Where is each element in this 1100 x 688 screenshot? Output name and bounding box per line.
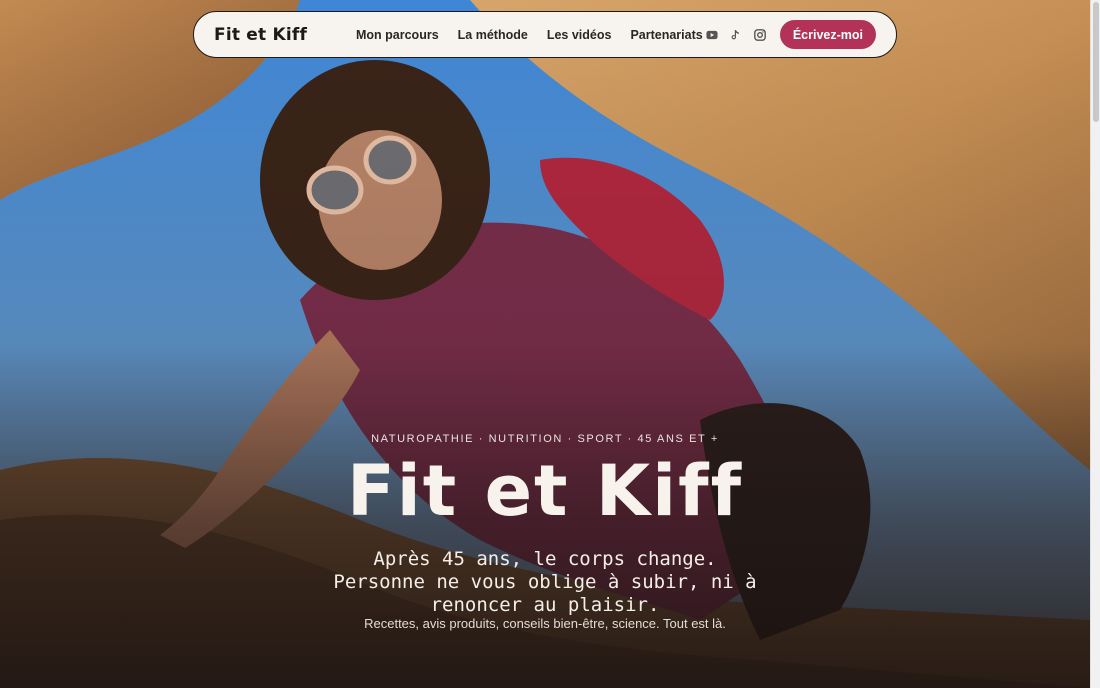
- hero-subtitle: Après 45 ans, le corps change. Personne …: [333, 548, 757, 616]
- youtube-icon[interactable]: [706, 29, 718, 41]
- top-navbar: Fit et Kiff Mon parcours La méthode Les …: [193, 11, 897, 58]
- tiktok-icon[interactable]: [730, 29, 742, 41]
- contact-button[interactable]: Écrivez-moi: [779, 20, 876, 49]
- nav-links: Mon parcours La méthode Les vidéos Parte…: [356, 28, 703, 42]
- scrollbar[interactable]: [1090, 0, 1100, 688]
- social-icons: [706, 28, 766, 41]
- nav-link-la-methode[interactable]: La méthode: [458, 28, 528, 42]
- nav-link-mon-parcours[interactable]: Mon parcours: [356, 28, 439, 42]
- nav-link-les-videos[interactable]: Les vidéos: [547, 28, 612, 42]
- hero-lead: Recettes, avis produits, conseils bien-ê…: [364, 616, 726, 631]
- hero-title: Fit et Kiff: [346, 450, 744, 532]
- instagram-icon[interactable]: [753, 28, 766, 41]
- hero-kicker: NATUROPATHIE · NUTRITION · SPORT · 45 AN…: [371, 433, 719, 445]
- hero-section: NATUROPATHIE · NUTRITION · SPORT · 45 AN…: [0, 0, 1090, 688]
- scrollbar-thumb[interactable]: [1093, 2, 1099, 122]
- brand-logo[interactable]: Fit et Kiff: [214, 25, 354, 45]
- nav-link-partenariats[interactable]: Partenariats: [630, 28, 702, 42]
